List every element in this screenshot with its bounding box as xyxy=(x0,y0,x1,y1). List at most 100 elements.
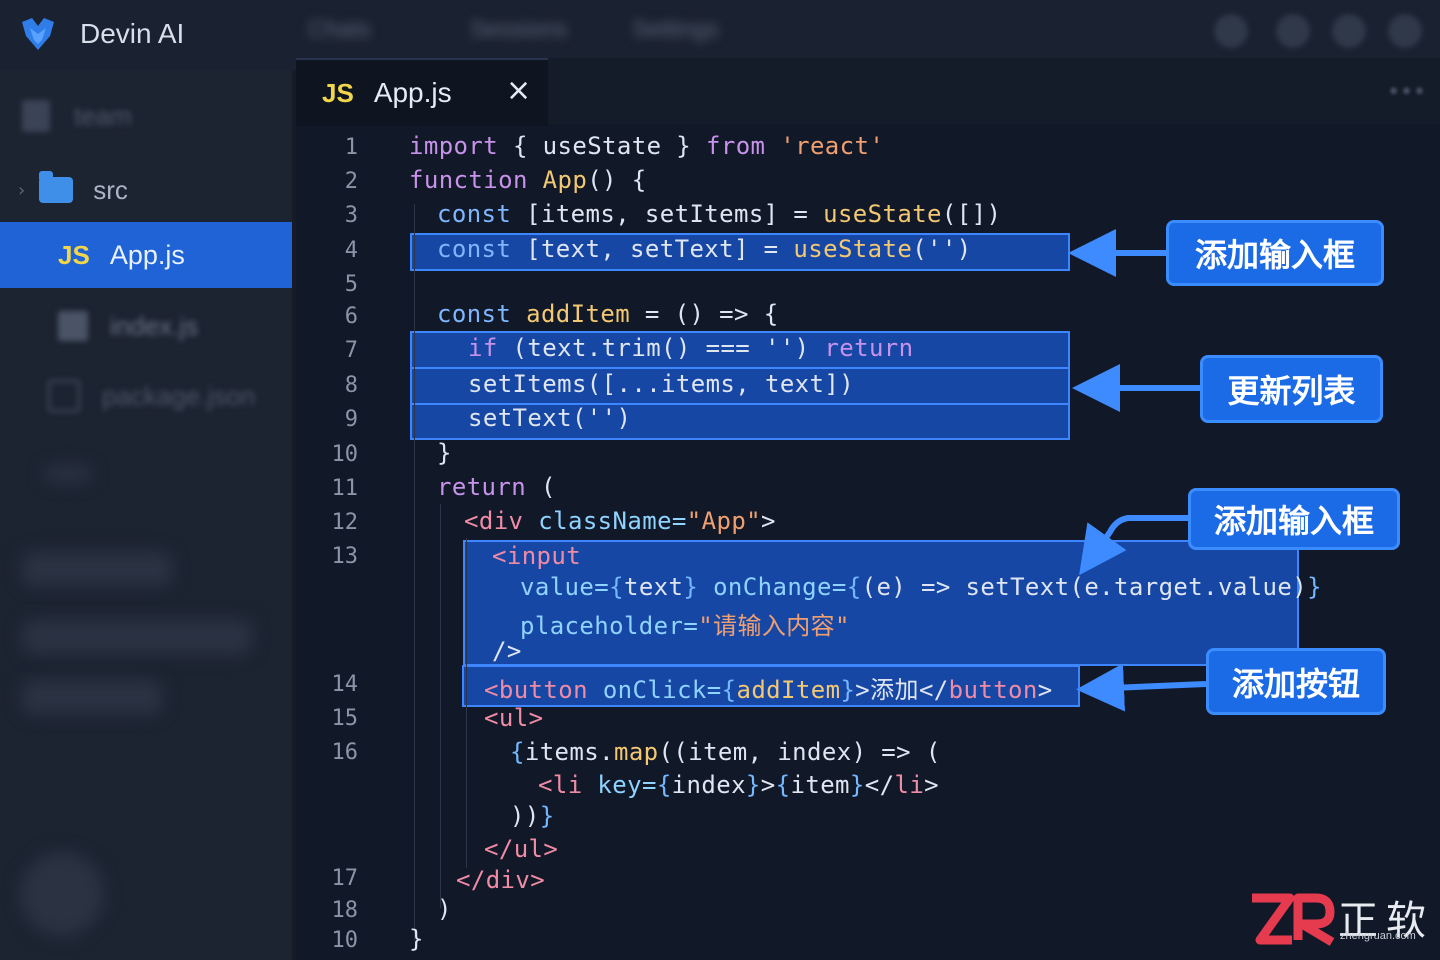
code-token: ul xyxy=(498,704,529,732)
code-token: const xyxy=(437,300,512,328)
code-token: onClick= xyxy=(587,676,722,704)
image-file-icon xyxy=(58,311,88,341)
settings-icon[interactable] xyxy=(1276,14,1310,48)
code-line-12: <div className="App"> xyxy=(464,507,776,535)
code-token: > xyxy=(761,507,776,535)
code-line-1: import { useState } from 'react' xyxy=(409,132,884,160)
code-token: const xyxy=(437,200,512,228)
code-token: > xyxy=(543,835,559,863)
sidebar-item-label: App.js xyxy=(109,239,185,270)
code-line-15: <ul> xyxy=(484,704,543,732)
sidebar-item-team[interactable]: team xyxy=(0,86,292,146)
sidebar-item-app-js[interactable]: JS App.js xyxy=(0,222,292,288)
blurred-section xyxy=(22,620,252,654)
code-token: map xyxy=(613,738,659,766)
code-token: useState xyxy=(793,235,913,263)
code-token: >添加</ xyxy=(855,676,949,704)
code-token: value= xyxy=(520,573,610,601)
sidebar-item-label: src xyxy=(93,174,128,205)
brand[interactable]: Devin AI xyxy=(18,14,184,54)
line-number: 10 xyxy=(331,928,359,953)
code-line-14: <button onClick={addItem}>添加</button> xyxy=(484,670,1053,705)
top-menu-item-2[interactable]: Sessions xyxy=(470,16,567,44)
code-line-17: </div> xyxy=(456,866,545,894)
line-number: 7 xyxy=(344,338,358,363)
code-token: } xyxy=(683,573,699,601)
code-token: ( xyxy=(526,473,556,501)
code-line-9: setText('') xyxy=(468,404,632,432)
code-token: placeholder= xyxy=(520,612,699,640)
notifications-icon[interactable] xyxy=(1388,14,1422,48)
code-token: < xyxy=(484,704,499,732)
line-number: 13 xyxy=(331,544,359,569)
code-token: li xyxy=(894,771,925,799)
callout-add-button: 添加按钮 xyxy=(1206,648,1386,715)
code-token: App xyxy=(527,166,588,194)
file-icon xyxy=(22,100,50,132)
code-token: className= xyxy=(523,507,687,535)
line-number: 3 xyxy=(344,203,358,228)
code-line-8: setItems([...items, text]) xyxy=(468,370,855,398)
code-token: > xyxy=(528,704,544,732)
indent-guide xyxy=(466,538,467,868)
code-token: </ xyxy=(484,835,514,863)
code-token: "App" xyxy=(686,507,762,535)
code-token: from xyxy=(706,132,766,160)
code-token: { xyxy=(775,771,791,799)
code-token: items. xyxy=(524,738,614,766)
sidebar-item-label: index.js xyxy=(110,310,199,341)
code-token: text xyxy=(623,573,684,601)
code-token: < xyxy=(492,542,507,570)
blurred-section xyxy=(22,680,162,714)
package-icon xyxy=(48,380,80,412)
code-line-19: } xyxy=(409,925,424,953)
code-token: { xyxy=(846,573,862,601)
code-line-7: if (text.trim() === '') return xyxy=(468,334,914,362)
code-token: > xyxy=(1037,676,1053,704)
line-number: 4 xyxy=(344,238,358,263)
code-line-18: ) xyxy=(437,895,452,923)
devin-logo-icon xyxy=(22,18,54,50)
code-token: useState xyxy=(823,200,942,228)
code-token: { xyxy=(510,738,525,766)
folder-icon xyxy=(39,171,74,203)
code-token: addItem xyxy=(736,676,841,704)
user-icon[interactable] xyxy=(1332,14,1366,48)
code-token: item xyxy=(790,771,850,799)
highlight-input xyxy=(463,540,1299,666)
code-token: } xyxy=(849,771,865,799)
sidebar-item-index-js[interactable]: index.js xyxy=(0,296,292,356)
code-token: { useState } xyxy=(498,132,706,160)
callout-add-input-2: 添加输入框 xyxy=(1188,488,1400,550)
sidebar-item-src[interactable]: › src xyxy=(0,160,292,220)
code-token: > xyxy=(924,771,940,799)
code-line-11: return ( xyxy=(437,473,556,501)
line-number: 9 xyxy=(344,407,358,432)
code-token: if xyxy=(468,334,498,362)
top-menu-item-1[interactable]: Chats xyxy=(308,16,371,44)
code-line-16b: <li key={index}>{item}</li> xyxy=(538,771,939,799)
code-line-4: const [text, setText] = useState('') xyxy=(437,235,972,263)
code-line-10: } xyxy=(437,439,452,467)
code-token: )) xyxy=(510,802,540,830)
code-token: } xyxy=(840,676,856,704)
more-icon[interactable] xyxy=(44,466,92,482)
code-line-16d: </ul> xyxy=(484,835,558,863)
code-line-3: const [items, setItems] = useState([]) xyxy=(437,200,1001,228)
indent-guide xyxy=(414,204,415,940)
avatar[interactable] xyxy=(20,852,104,936)
line-number: 10 xyxy=(331,442,359,467)
sidebar-item-package-json[interactable]: package.json xyxy=(0,366,292,426)
top-menu-item-3[interactable]: Settings xyxy=(632,16,719,44)
code-token: const xyxy=(437,235,512,263)
code-token: </ xyxy=(456,866,486,894)
code-token: ('') xyxy=(912,235,972,263)
code-line-13d: /> xyxy=(492,637,522,665)
code-token: ul xyxy=(513,835,544,863)
line-number: 16 xyxy=(331,740,359,765)
line-number: 8 xyxy=(344,373,358,398)
code-line-16: {items.map((item, index) => ( xyxy=(510,738,941,766)
add-icon[interactable] xyxy=(1214,14,1248,48)
code-token: </ xyxy=(864,771,895,799)
file-explorer: team › src JS App.js index.js package.js… xyxy=(0,70,292,960)
